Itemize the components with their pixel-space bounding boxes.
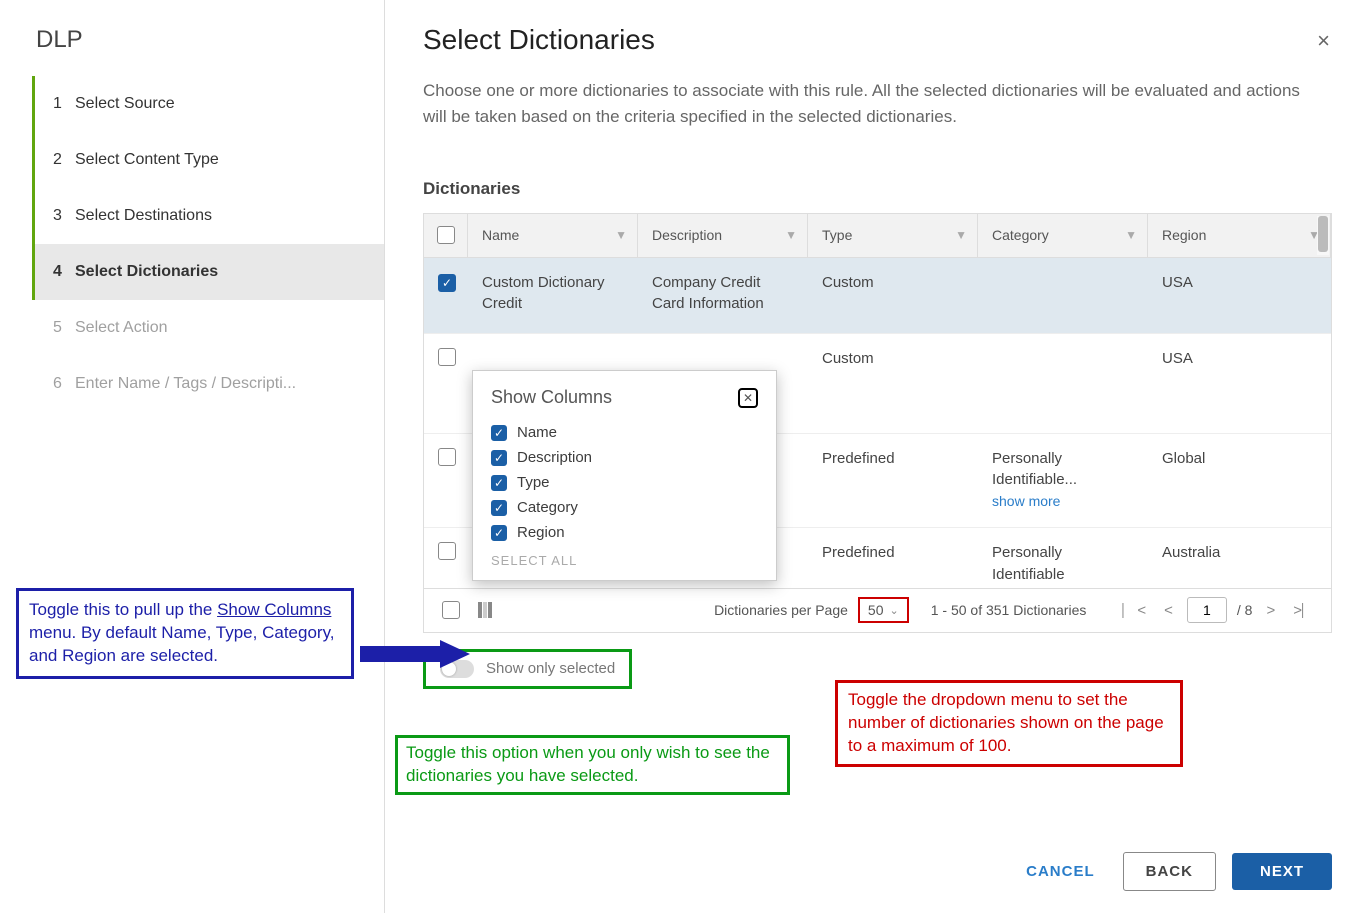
row-checkbox[interactable] [438, 348, 456, 366]
column-option-category[interactable]: ✓Category [491, 495, 758, 520]
page-first-icon[interactable]: ⎸< [1118, 602, 1150, 619]
wizard-sidebar: DLP 1Select Source 2Select Content Type … [0, 0, 385, 913]
page-next-icon[interactable]: > [1262, 602, 1279, 619]
back-button[interactable]: BACK [1123, 852, 1216, 891]
show-more-link[interactable]: show more [992, 493, 1060, 509]
popover-close-icon[interactable]: ✕ [738, 388, 758, 408]
page-last-icon[interactable]: >⎸ [1289, 602, 1321, 619]
page-current-input[interactable] [1187, 597, 1227, 623]
checkbox-icon[interactable]: ✓ [491, 425, 507, 441]
table-header-row: Name▼ Description▼ Type▼ Category▼ Regio… [424, 214, 1331, 258]
step-select-dictionaries[interactable]: 4Select Dictionaries [35, 244, 384, 300]
sidebar-title: DLP [0, 26, 384, 76]
column-option-description[interactable]: ✓Description [491, 445, 758, 470]
row-checkbox[interactable]: ✓ [438, 274, 456, 292]
table-row[interactable]: ✓ Custom Dictionary Credit Company Credi… [424, 258, 1331, 334]
cancel-button[interactable]: CANCEL [1014, 853, 1107, 890]
show-columns-popover: Show Columns ✕ ✓Name ✓Description ✓Type … [472, 370, 777, 581]
page-title: Select Dictionaries [423, 24, 1332, 56]
pagination-controls: ⎸< < / 8 > >⎸ [1118, 597, 1321, 623]
checkbox-icon[interactable] [437, 226, 455, 244]
filter-icon[interactable]: ▼ [785, 228, 797, 242]
cell-type: Predefined [808, 448, 978, 470]
per-page-label: Dictionaries per Page [714, 602, 848, 618]
wizard-steps-future: 5Select Action 6Enter Name / Tags / Desc… [35, 300, 384, 412]
filter-icon[interactable]: ▼ [615, 228, 627, 242]
cell-desc: Company Credit Card Information [638, 272, 808, 316]
filter-icon[interactable]: ▼ [1125, 228, 1137, 242]
cell-region: Australia [1148, 542, 1331, 564]
row-checkbox[interactable] [438, 542, 456, 560]
popover-title: Show Columns [491, 387, 612, 408]
cell-type: Predefined [808, 542, 978, 564]
header-description[interactable]: Description▼ [638, 214, 808, 257]
cell-region: Global [1148, 448, 1331, 470]
cell-region: USA [1148, 272, 1331, 294]
column-toggle-icon[interactable] [478, 602, 494, 618]
column-option-region[interactable]: ✓Region [491, 520, 758, 545]
show-only-selected-label: Show only selected [486, 660, 615, 677]
header-category[interactable]: Category▼ [978, 214, 1148, 257]
cell-region: USA [1148, 348, 1331, 370]
per-page-select[interactable]: 50⌄ [858, 597, 909, 623]
scrollbar-thumb[interactable] [1318, 216, 1328, 252]
header-region[interactable]: Region▼ [1148, 214, 1331, 257]
pagination-range: 1 - 50 of 351 Dictionaries [931, 602, 1087, 618]
select-all-button[interactable]: SELECT ALL [491, 553, 758, 568]
wizard-footer-buttons: CANCEL BACK NEXT [1014, 852, 1332, 891]
header-type[interactable]: Type▼ [808, 214, 978, 257]
wizard-steps-completed: 1Select Source 2Select Content Type 3Sel… [32, 76, 384, 300]
cell-cat: Personally Identifiable...show more [978, 448, 1148, 513]
checkbox-icon[interactable]: ✓ [491, 475, 507, 491]
checkbox-icon[interactable]: ✓ [491, 500, 507, 516]
chevron-down-icon: ⌄ [890, 604, 899, 617]
annotation-show-only: Toggle this option when you only wish to… [395, 735, 790, 795]
step-select-destinations[interactable]: 3Select Destinations [35, 188, 384, 244]
column-option-type[interactable]: ✓Type [491, 470, 758, 495]
next-button[interactable]: NEXT [1232, 853, 1332, 890]
step-select-content-type[interactable]: 2Select Content Type [35, 132, 384, 188]
close-icon[interactable]: × [1317, 28, 1330, 54]
scrollbar[interactable] [1317, 216, 1329, 255]
step-select-source[interactable]: 1Select Source [35, 76, 384, 132]
cell-type: Custom [808, 348, 978, 370]
row-checkbox[interactable] [438, 448, 456, 466]
annotation-arrow-icon [360, 640, 470, 668]
cell-name: Custom Dictionary Credit [468, 272, 638, 316]
checkbox-icon[interactable]: ✓ [491, 450, 507, 466]
step-select-action: 5Select Action [35, 300, 384, 356]
section-heading: Dictionaries [423, 179, 1332, 199]
page-total: / 8 [1237, 602, 1253, 618]
checkbox-icon[interactable]: ✓ [491, 525, 507, 541]
footer-checkbox[interactable] [442, 601, 460, 619]
header-name[interactable]: Name▼ [468, 214, 638, 257]
step-enter-name: 6Enter Name / Tags / Descripti... [35, 356, 384, 412]
annotation-show-columns: Toggle this to pull up the Show Columns … [16, 588, 354, 679]
header-select-all[interactable] [424, 214, 468, 257]
annotation-per-page: Toggle the dropdown menu to set the numb… [835, 680, 1183, 767]
page-description: Choose one or more dictionaries to assoc… [423, 78, 1323, 131]
page-prev-icon[interactable]: < [1160, 602, 1177, 619]
cell-cat: Personally Identifiable [978, 542, 1148, 586]
cell-type: Custom [808, 272, 978, 294]
column-option-name[interactable]: ✓Name [491, 420, 758, 445]
table-footer: Dictionaries per Page 50⌄ 1 - 50 of 351 … [424, 588, 1331, 632]
filter-icon[interactable]: ▼ [955, 228, 967, 242]
